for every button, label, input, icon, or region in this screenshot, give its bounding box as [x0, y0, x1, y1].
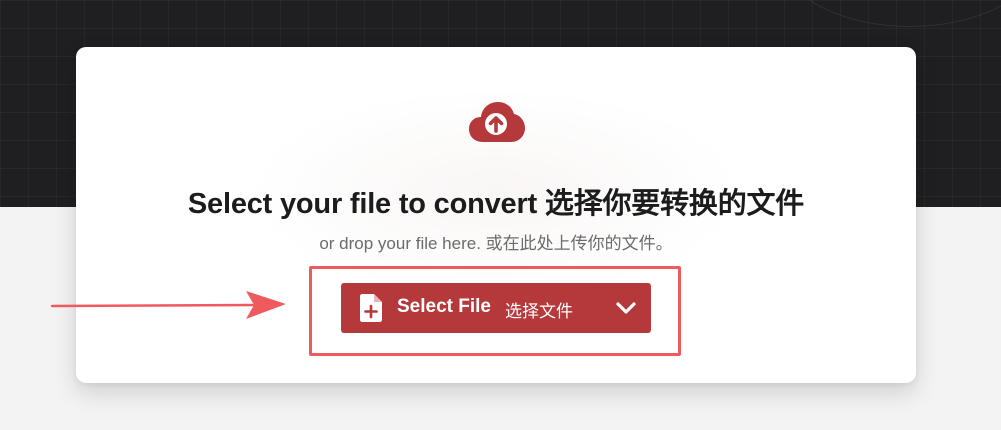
- chevron-down-icon: [616, 302, 636, 314]
- select-file-label-cn: 选择文件: [505, 302, 573, 322]
- select-file-label: Select File: [397, 296, 491, 317]
- decorative-arc: [779, 0, 1001, 27]
- arrow-right-icon: [50, 291, 286, 319]
- drop-hint: or drop your file here. 或在此处上传你的文件。: [319, 234, 673, 253]
- page-title: Select your file to convert 选择你要转换的文件: [187, 188, 805, 220]
- cloud-upload-icon: [469, 102, 525, 142]
- file-plus-icon: [360, 294, 382, 322]
- upload-card[interactable]: Select your file to convert 选择你要转换的文件 or…: [76, 47, 916, 383]
- upload-source-dropdown[interactable]: [603, 283, 651, 333]
- select-file-button[interactable]: Select File 选择文件: [341, 283, 651, 333]
